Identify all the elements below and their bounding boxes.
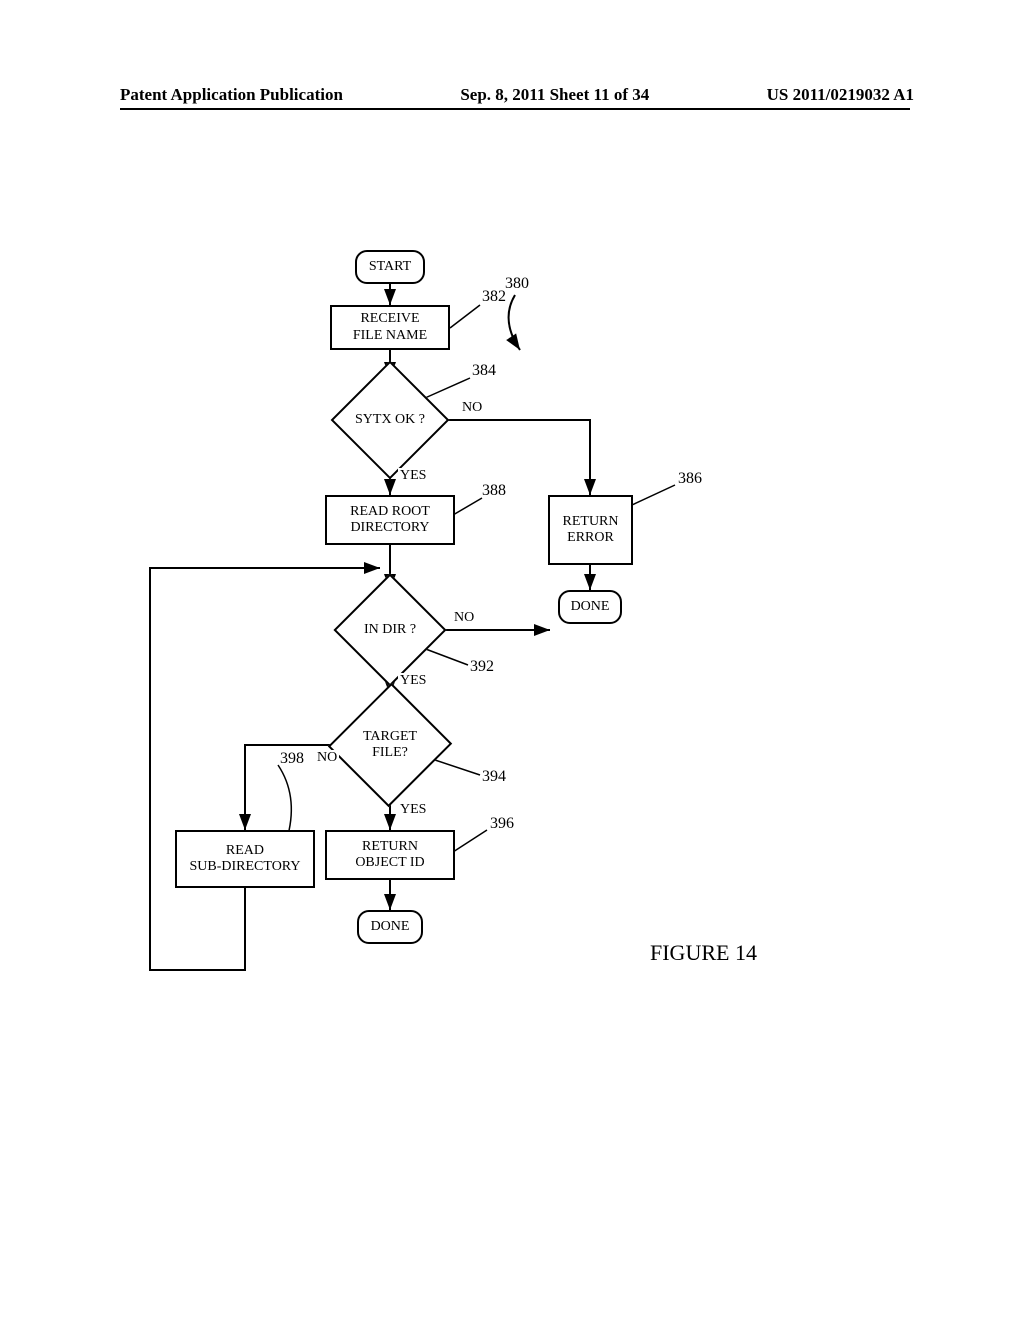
read-subdirectory-process: READ SUB-DIRECTORY [175,830,315,888]
start-label: START [369,259,411,275]
returnid-label: RETURN OBJECT ID [355,839,424,871]
page-header: Patent Application Publication Sep. 8, 2… [0,85,1024,105]
ref-394: 394 [482,768,506,786]
readsub-label: READ SUB-DIRECTORY [190,843,301,875]
edge-target-yes: YES [398,802,428,818]
readroot-label: READ ROOT DIRECTORY [350,504,430,536]
in-dir-decision: IN DIR ? [350,590,430,670]
done2-label: DONE [371,919,410,935]
edge-indir-yes: YES [398,673,428,689]
edge-target-no: NO [315,750,339,766]
retErr-label: RETURN ERROR [563,514,619,546]
header-divider [120,108,910,110]
syntax-label: SYTX OK ? [355,412,425,428]
indir-label: IN DIR ? [364,622,416,638]
ref-382: 382 [482,288,506,306]
flowchart: START RECEIVE FILE NAME SYTX OK ? READ R… [120,250,910,1100]
edge-syntax-no: NO [460,400,484,416]
edge-syntax-yes: YES [398,468,428,484]
edge-indir-no: NO [452,610,476,626]
receive-filename-process: RECEIVE FILE NAME [330,305,450,350]
header-left: Patent Application Publication [120,85,343,105]
return-objectid-process: RETURN OBJECT ID [325,830,455,880]
ref-392: 392 [470,658,494,676]
flow-connectors [120,250,910,1100]
ref-384: 384 [472,362,496,380]
ref-386: 386 [678,470,702,488]
done1-label: DONE [571,599,610,615]
target-label: TARGET FILE? [363,729,417,761]
ref-396: 396 [490,815,514,833]
ref-388: 388 [482,482,506,500]
return-error-process: RETURN ERROR [548,495,633,565]
receive-label: RECEIVE FILE NAME [353,311,427,343]
ref-380: 380 [505,275,529,293]
ref-398: 398 [280,750,304,768]
start-terminator: START [355,250,425,284]
header-right: US 2011/0219032 A1 [767,85,914,105]
read-root-process: READ ROOT DIRECTORY [325,495,455,545]
figure-caption: FIGURE 14 [650,940,757,966]
header-mid: Sep. 8, 2011 Sheet 11 of 34 [460,85,649,105]
done-terminator-main: DONE [357,910,423,944]
target-file-decision: TARGET FILE? [342,695,438,795]
syntax-ok-decision: SYTX OK ? [348,378,432,462]
done-terminator-error: DONE [558,590,622,624]
